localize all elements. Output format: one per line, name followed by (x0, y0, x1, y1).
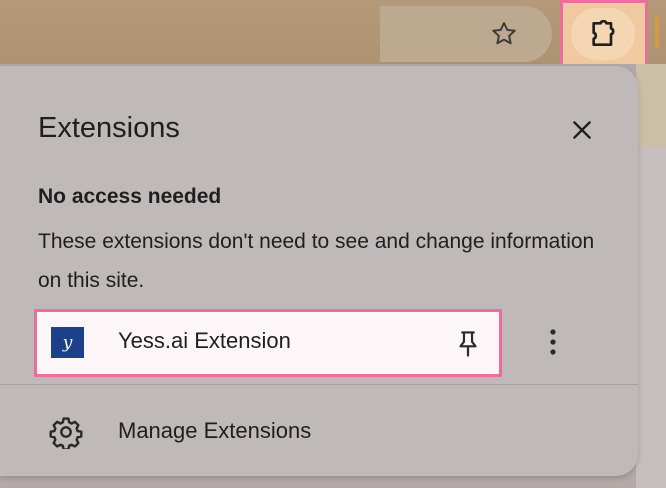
star-icon (492, 22, 516, 45)
address-bar-end[interactable] (380, 6, 552, 62)
divider (0, 384, 638, 385)
close-button[interactable] (562, 110, 602, 150)
manage-extensions-label: Manage Extensions (118, 418, 312, 443)
toolbar-edge-accent (655, 16, 659, 48)
pin-icon (459, 331, 477, 357)
browser-toolbar (0, 0, 666, 68)
section-description: These extensions don't need to see and c… (38, 230, 595, 292)
popup-title: Extensions (38, 112, 180, 144)
puzzle-piece-icon (592, 19, 615, 46)
more-vert-icon (550, 329, 556, 355)
close-icon (573, 121, 591, 139)
bookmark-star-button[interactable] (482, 12, 526, 56)
extension-name[interactable]: Yess.ai Extension (118, 328, 291, 354)
extension-logo: y (51, 327, 84, 358)
page-content-edge-top (636, 64, 666, 146)
extension-logo-letter: y (62, 332, 73, 353)
section-heading: No access needed (38, 185, 222, 208)
extensions-button[interactable] (571, 8, 635, 60)
extensions-popup: Extensions No access needed These extens… (0, 66, 638, 476)
gear-icon (48, 414, 84, 450)
pin-extension-button[interactable] (449, 324, 487, 364)
extension-menu-button[interactable] (533, 322, 573, 362)
manage-extensions-row[interactable]: Manage Extensions (0, 404, 638, 460)
extension-row[interactable]: y Yess.ai Extension (34, 309, 502, 377)
